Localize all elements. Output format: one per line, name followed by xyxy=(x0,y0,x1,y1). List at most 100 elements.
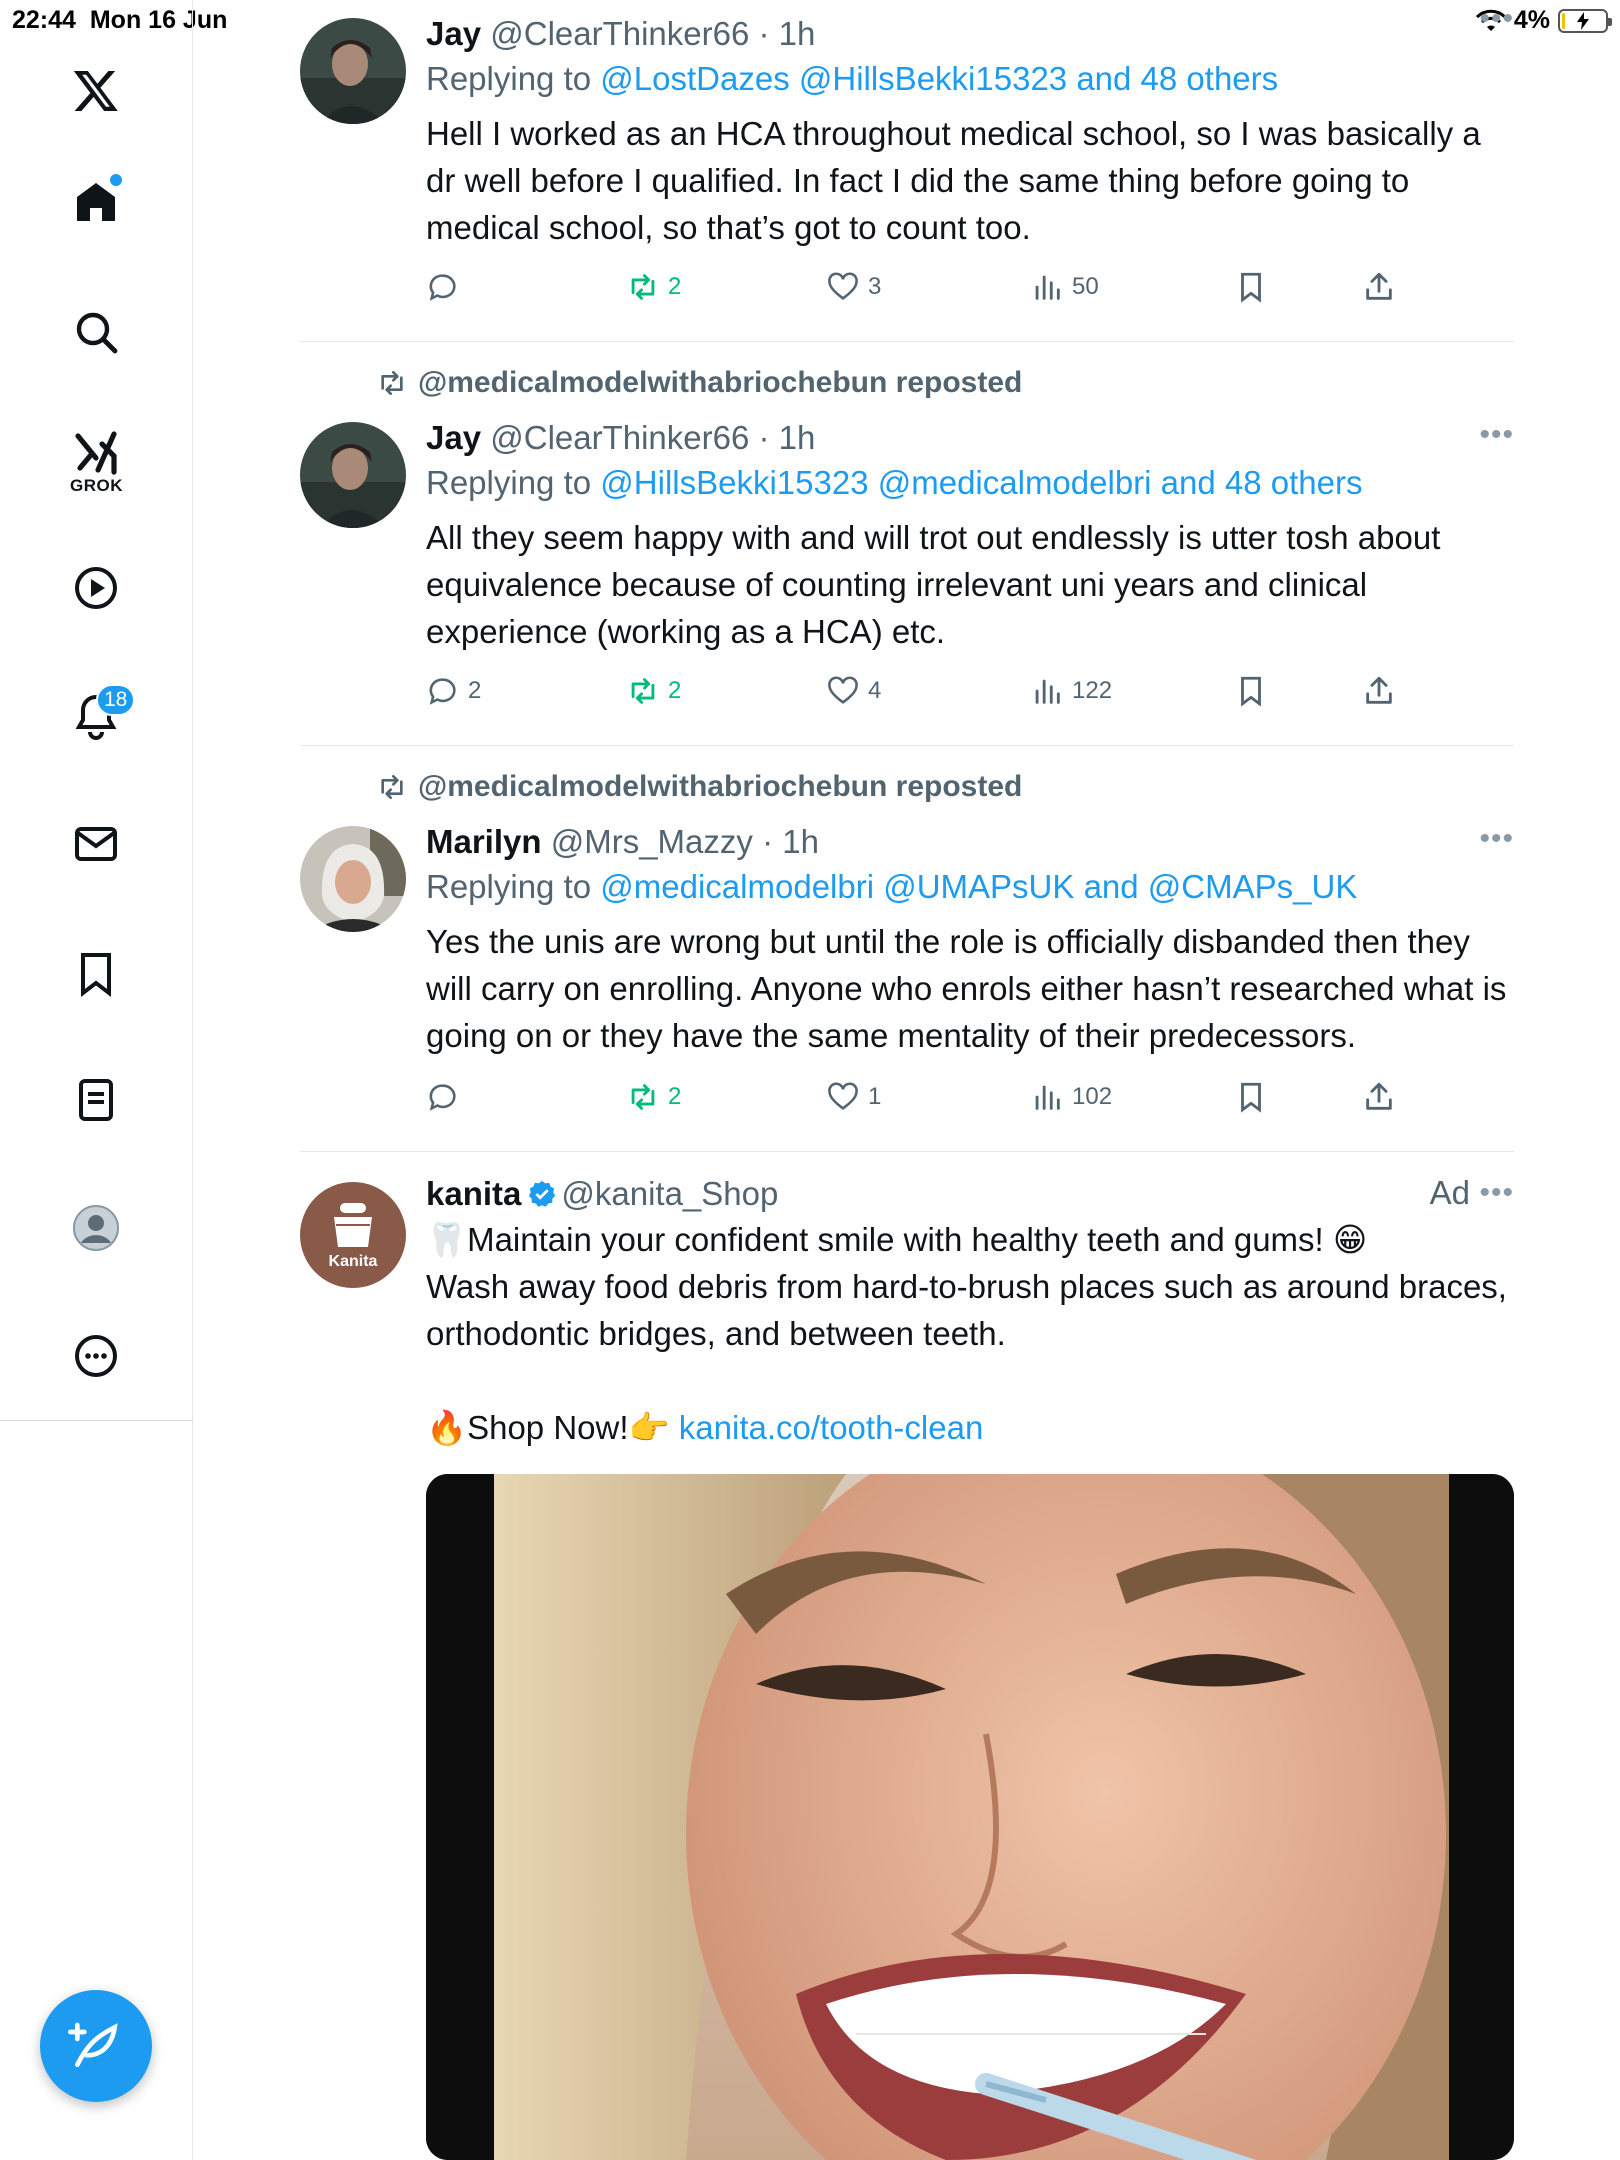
share-icon xyxy=(1366,272,1392,300)
tweet-card[interactable]: @medicalmodelwithabriochebun reposted ••… xyxy=(300,342,1514,746)
reply-icon xyxy=(429,678,456,705)
ad-video-media[interactable] xyxy=(426,1474,1514,2160)
bookmarks-icon[interactable] xyxy=(64,942,128,1006)
tweet-time[interactable]: · 1h xyxy=(759,15,816,52)
bookmark-button[interactable] xyxy=(1234,1080,1268,1114)
repost-button[interactable]: 2 xyxy=(626,1080,681,1114)
repost-icon xyxy=(381,371,403,395)
author-handle[interactable]: @Mrs_Mazzy xyxy=(551,823,753,860)
reply-button[interactable]: 2 xyxy=(426,674,481,708)
bookmark-button[interactable] xyxy=(1234,270,1268,304)
share-button[interactable] xyxy=(1362,270,1396,304)
repost-icon xyxy=(631,274,655,300)
advertiser-avatar[interactable]: Kanita xyxy=(300,1182,406,1288)
tweet-actions: 2 1 102 xyxy=(426,1080,1514,1124)
bookmark-icon xyxy=(1241,676,1261,707)
heart-icon xyxy=(828,272,858,300)
home-icon[interactable] xyxy=(64,170,128,234)
author-handle[interactable]: @ClearThinker66 xyxy=(490,15,749,52)
bookmark-icon xyxy=(1241,272,1261,303)
share-button[interactable] xyxy=(1362,674,1396,708)
tweet-text: Yes the unis are wrong but until the rol… xyxy=(426,923,1507,1054)
ad-link[interactable]: kanita.co/tooth-clean xyxy=(679,1409,984,1446)
ad-text: 🦷Maintain your confident smile with heal… xyxy=(426,1216,1514,1451)
avatar[interactable] xyxy=(300,422,406,528)
notifications-bell-icon[interactable]: 18 xyxy=(64,684,136,748)
tweet-card[interactable]: ••• Jay @ClearThinker66 · 1h Replying to… xyxy=(300,0,1514,342)
kanita-logo-icon xyxy=(334,1203,372,1247)
reply-button[interactable] xyxy=(426,270,468,304)
views-chart-icon xyxy=(1035,679,1060,704)
share-button[interactable] xyxy=(1362,1080,1396,1114)
advertiser-avatar-text: Kanita xyxy=(328,1253,378,1270)
bookmark-icon xyxy=(1241,1082,1261,1113)
video-play-icon[interactable] xyxy=(64,556,128,620)
author-name[interactable]: kanita xyxy=(426,1175,521,1212)
views-button[interactable]: 102 xyxy=(1030,1080,1112,1114)
repost-icon xyxy=(631,678,655,704)
tweet-time[interactable]: · 1h xyxy=(762,823,819,860)
reply-icon xyxy=(429,1084,456,1111)
tweet-header: Jay @ClearThinker66 · 1h xyxy=(426,416,1514,460)
reposted-by[interactable]: @medicalmodelwithabriochebun reposted xyxy=(376,366,1022,400)
replying-to-links[interactable]: @medicalmodelbri @UMAPsUK and @CMAPs_UK xyxy=(600,868,1357,905)
views-button[interactable]: 122 xyxy=(1030,674,1112,708)
replying-to-links[interactable]: @LostDazes @HillsBekki15323 and 48 other… xyxy=(600,60,1278,97)
avatar[interactable] xyxy=(300,18,406,124)
x-logo-icon[interactable] xyxy=(64,58,128,122)
avatar[interactable] xyxy=(300,826,406,932)
tweet-header: Marilyn @Mrs_Mazzy · 1h xyxy=(426,820,1514,864)
tweet-text: Hell I worked as an HCA throughout medic… xyxy=(426,115,1481,246)
compose-post-button[interactable] xyxy=(40,1990,152,2102)
sidebar: GROK 18 xyxy=(0,0,193,2160)
replying-to: Replying to @LostDazes @HillsBekki15323 … xyxy=(426,60,1279,97)
sidebar-divider xyxy=(0,1420,193,1421)
like-button[interactable]: 1 xyxy=(826,1080,881,1114)
tweet-time[interactable]: · 1h xyxy=(759,419,816,456)
verified-badge-icon xyxy=(529,1181,556,1208)
tweet-actions: 2 2 4 122 xyxy=(426,674,1514,718)
messages-mail-icon[interactable] xyxy=(64,812,128,876)
repost-button[interactable]: 2 xyxy=(626,674,681,708)
heart-icon xyxy=(828,1082,858,1110)
repost-button[interactable]: 2 xyxy=(626,270,681,304)
ad-text-line-1: 🦷Maintain your confident smile with heal… xyxy=(426,1221,1368,1258)
battery-icon xyxy=(1558,8,1612,33)
tweet-card[interactable]: @medicalmodelwithabriochebun reposted ••… xyxy=(300,746,1514,1152)
author-name[interactable]: Marilyn xyxy=(426,823,542,860)
ad-cta: 🔥Shop Now!👉 kanita.co/tooth-clean xyxy=(426,1409,984,1446)
home-unread-dot xyxy=(110,174,122,186)
author-handle[interactable]: @kanita_Shop xyxy=(561,1175,778,1212)
reply-icon xyxy=(429,274,456,301)
share-icon xyxy=(1366,1082,1392,1110)
author-name[interactable]: Jay xyxy=(426,419,481,456)
author-handle[interactable]: @ClearThinker66 xyxy=(490,419,749,456)
like-button[interactable]: 3 xyxy=(826,270,881,304)
tweet-header: kanita @kanita_Shop xyxy=(426,1172,1514,1216)
reposted-by[interactable]: @medicalmodelwithabriochebun reposted xyxy=(376,770,1022,804)
views-chart-icon xyxy=(1035,275,1060,300)
like-button[interactable]: 4 xyxy=(826,674,881,708)
battery-percent: 4% xyxy=(1513,6,1550,34)
views-chart-icon xyxy=(1035,1085,1060,1110)
grok-label: GROK xyxy=(70,476,123,495)
search-icon[interactable] xyxy=(64,300,128,364)
lists-icon[interactable] xyxy=(64,1068,128,1132)
replying-to-links[interactable]: @HillsBekki15323 @medicalmodelbri and 48… xyxy=(600,464,1362,501)
compose-feather-icon xyxy=(68,2022,118,2067)
author-name[interactable]: Jay xyxy=(426,15,481,52)
repost-icon xyxy=(381,775,403,799)
replying-to: Replying to @medicalmodelbri @UMAPsUK an… xyxy=(426,868,1358,905)
reply-button[interactable] xyxy=(426,1080,468,1114)
tweet-header: Jay @ClearThinker66 · 1h xyxy=(426,12,1514,56)
tweet-text: All they seem happy with and will trot o… xyxy=(426,519,1441,650)
views-button[interactable]: 50 xyxy=(1030,270,1099,304)
tweet-actions: 2 3 50 xyxy=(426,270,1514,314)
bookmark-button[interactable] xyxy=(1234,674,1268,708)
repost-icon xyxy=(631,1084,655,1110)
share-icon xyxy=(1366,676,1392,704)
more-options-icon[interactable] xyxy=(64,1324,128,1388)
grok-icon[interactable] xyxy=(64,420,128,484)
profile-avatar-icon[interactable] xyxy=(64,1196,128,1260)
replying-to: Replying to @HillsBekki15323 @medicalmod… xyxy=(426,464,1363,501)
